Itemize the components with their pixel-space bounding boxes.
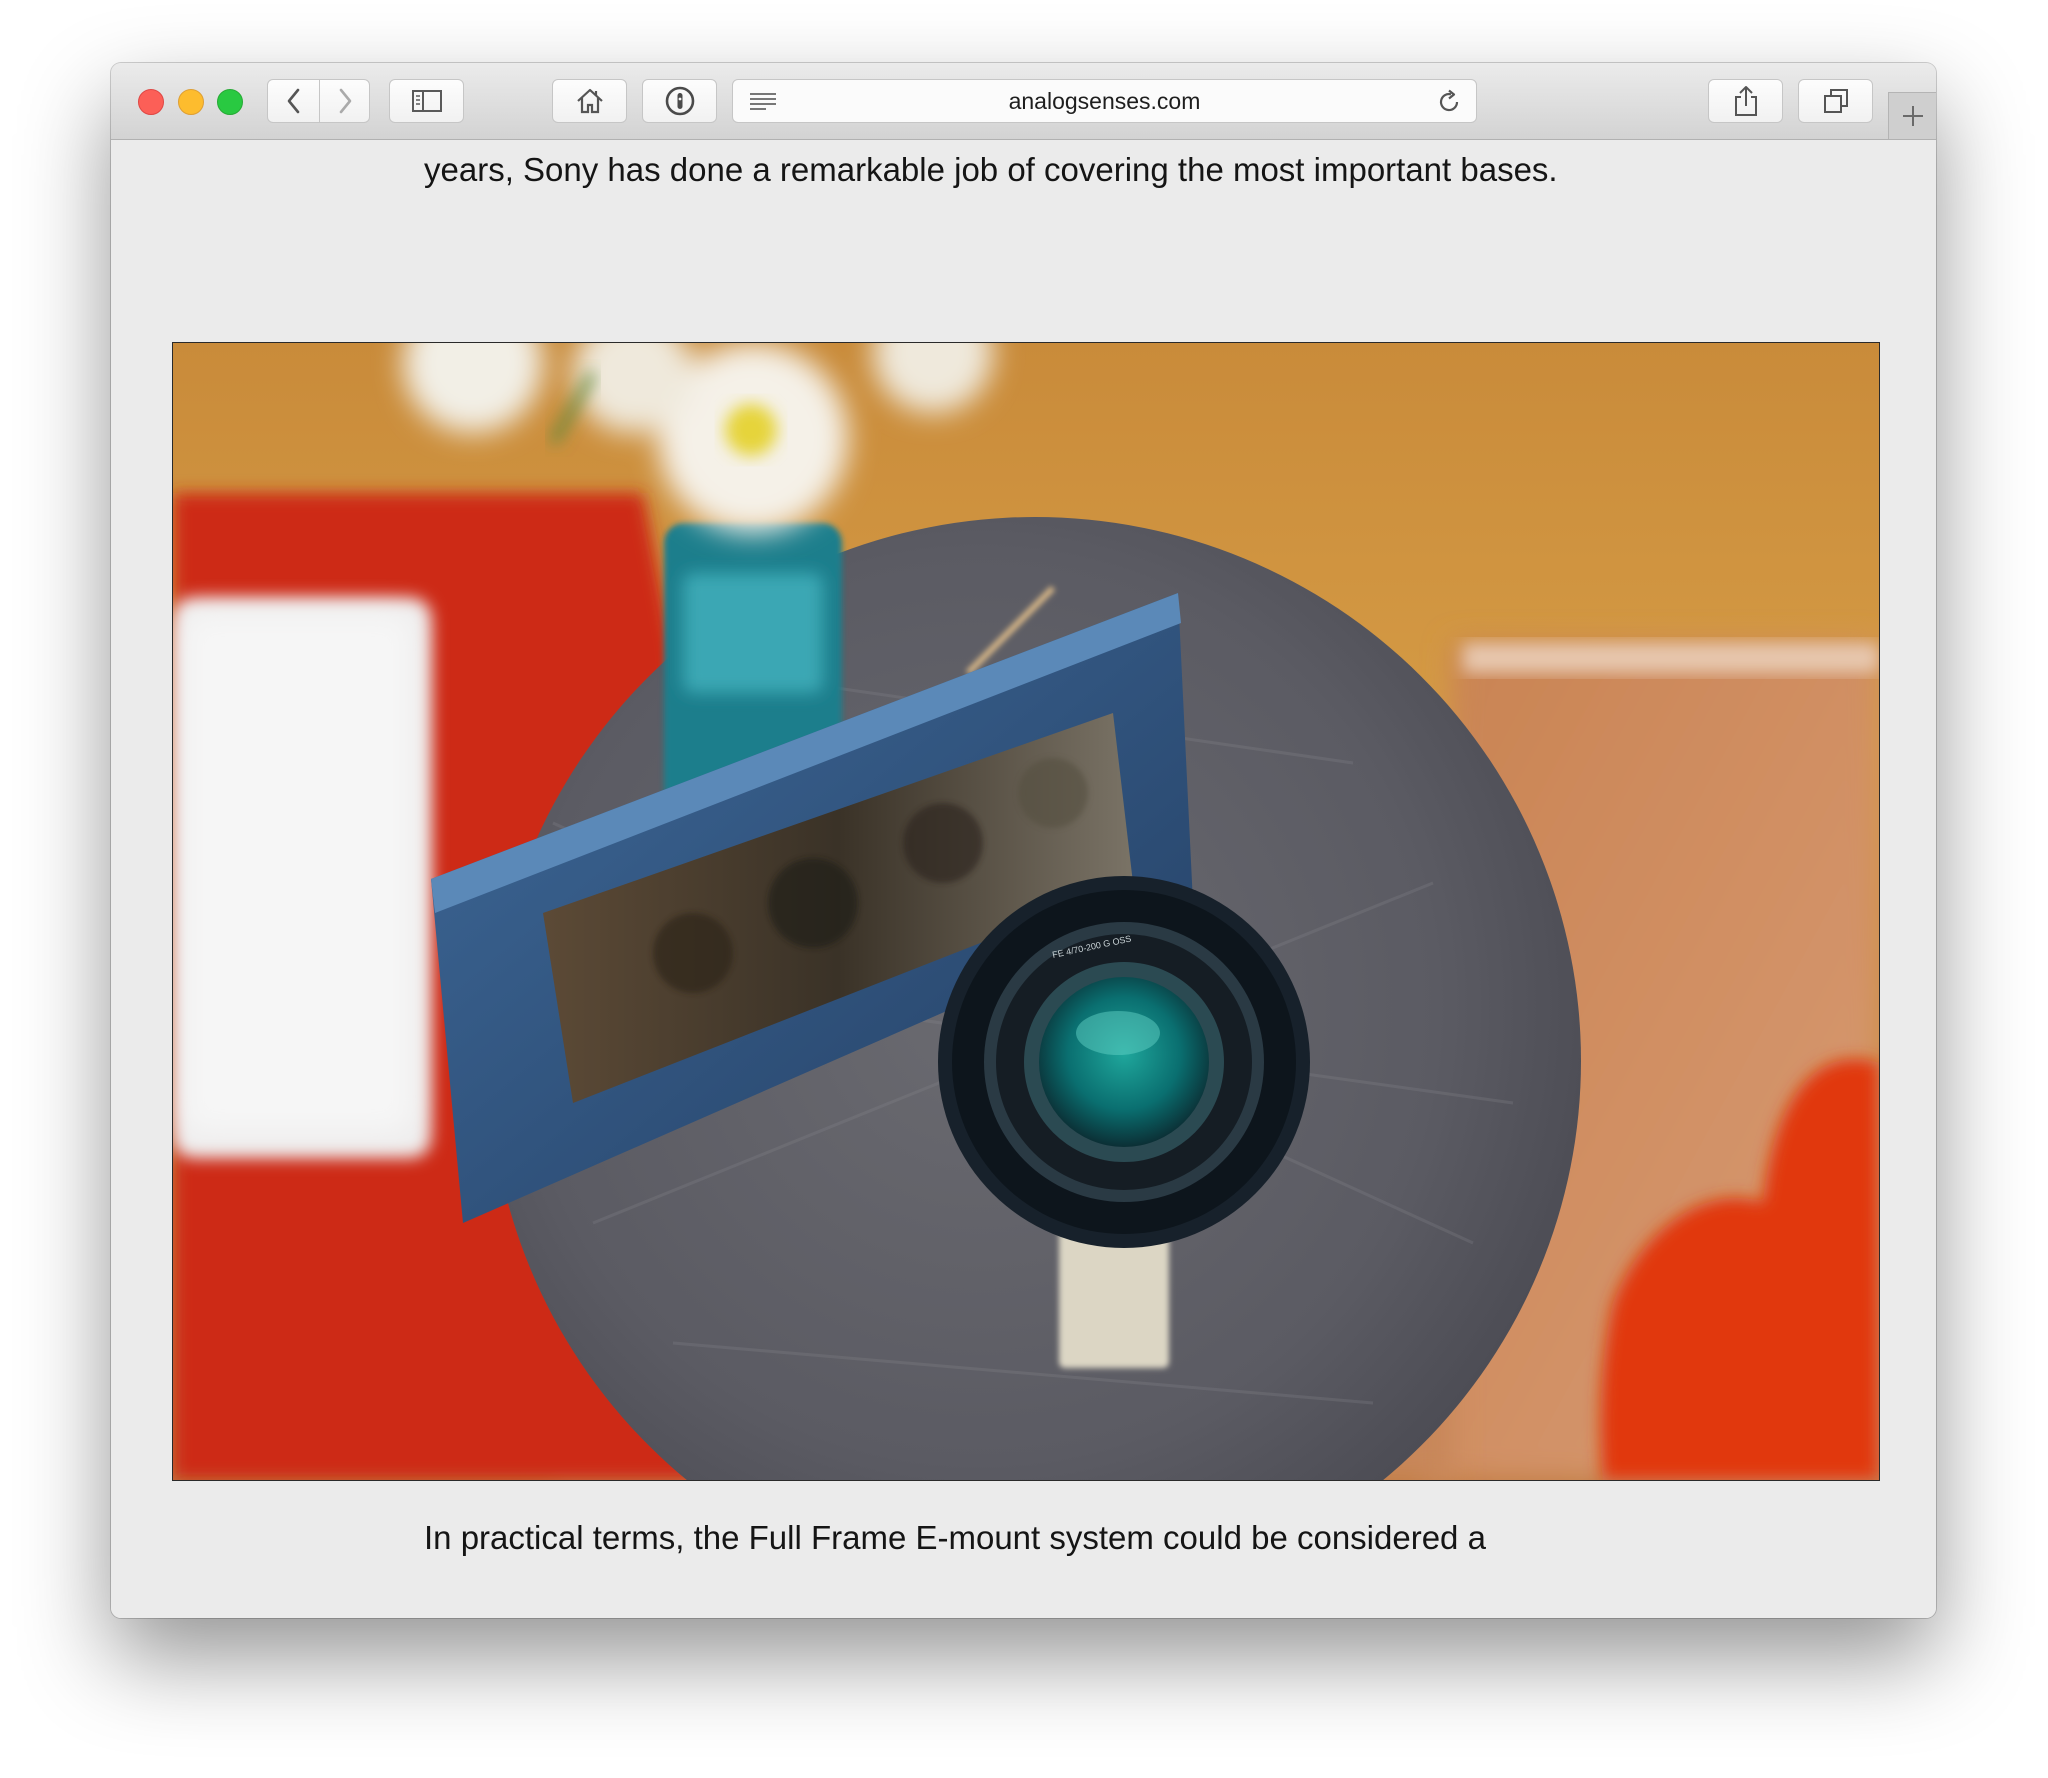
share-button[interactable] bbox=[1708, 79, 1783, 123]
minimize-window-button[interactable] bbox=[178, 89, 204, 115]
forward-button[interactable] bbox=[320, 79, 370, 123]
home-button[interactable] bbox=[552, 79, 627, 123]
sidebar-button[interactable] bbox=[389, 79, 464, 123]
toolbar: analogsenses.com bbox=[111, 63, 1936, 140]
page-content: years, Sony has done a remarkable job of… bbox=[111, 140, 1936, 1618]
address-bar[interactable]: analogsenses.com bbox=[732, 79, 1477, 123]
sidebar-icon bbox=[411, 90, 442, 112]
browser-window: analogsenses.com years, Sony has done a … bbox=[111, 63, 1936, 1618]
share-icon bbox=[1734, 86, 1757, 116]
chevron-left-icon bbox=[287, 88, 299, 114]
tab-overview-button[interactable] bbox=[1798, 79, 1873, 123]
article-photo: FE 4/70-200 G OSS bbox=[172, 342, 1880, 1481]
new-tab-button[interactable] bbox=[1888, 92, 1936, 139]
password-manager-button[interactable] bbox=[642, 79, 717, 123]
zoom-window-button[interactable] bbox=[217, 89, 243, 115]
plus-icon bbox=[1902, 106, 1923, 126]
close-window-button[interactable] bbox=[138, 89, 164, 115]
chevron-right-icon bbox=[339, 88, 351, 114]
article-paragraph: In practical terms, the Full Frame E-mou… bbox=[424, 1519, 1486, 1556]
tabs-overview-icon bbox=[1823, 89, 1848, 113]
keyhole-icon bbox=[665, 86, 694, 116]
url-text: analogsenses.com bbox=[1008, 88, 1201, 114]
article-paragraph: years, Sony has done a remarkable job of… bbox=[424, 151, 1558, 188]
home-icon bbox=[576, 88, 603, 114]
reload-icon[interactable] bbox=[1436, 89, 1462, 115]
back-button[interactable] bbox=[267, 79, 320, 123]
